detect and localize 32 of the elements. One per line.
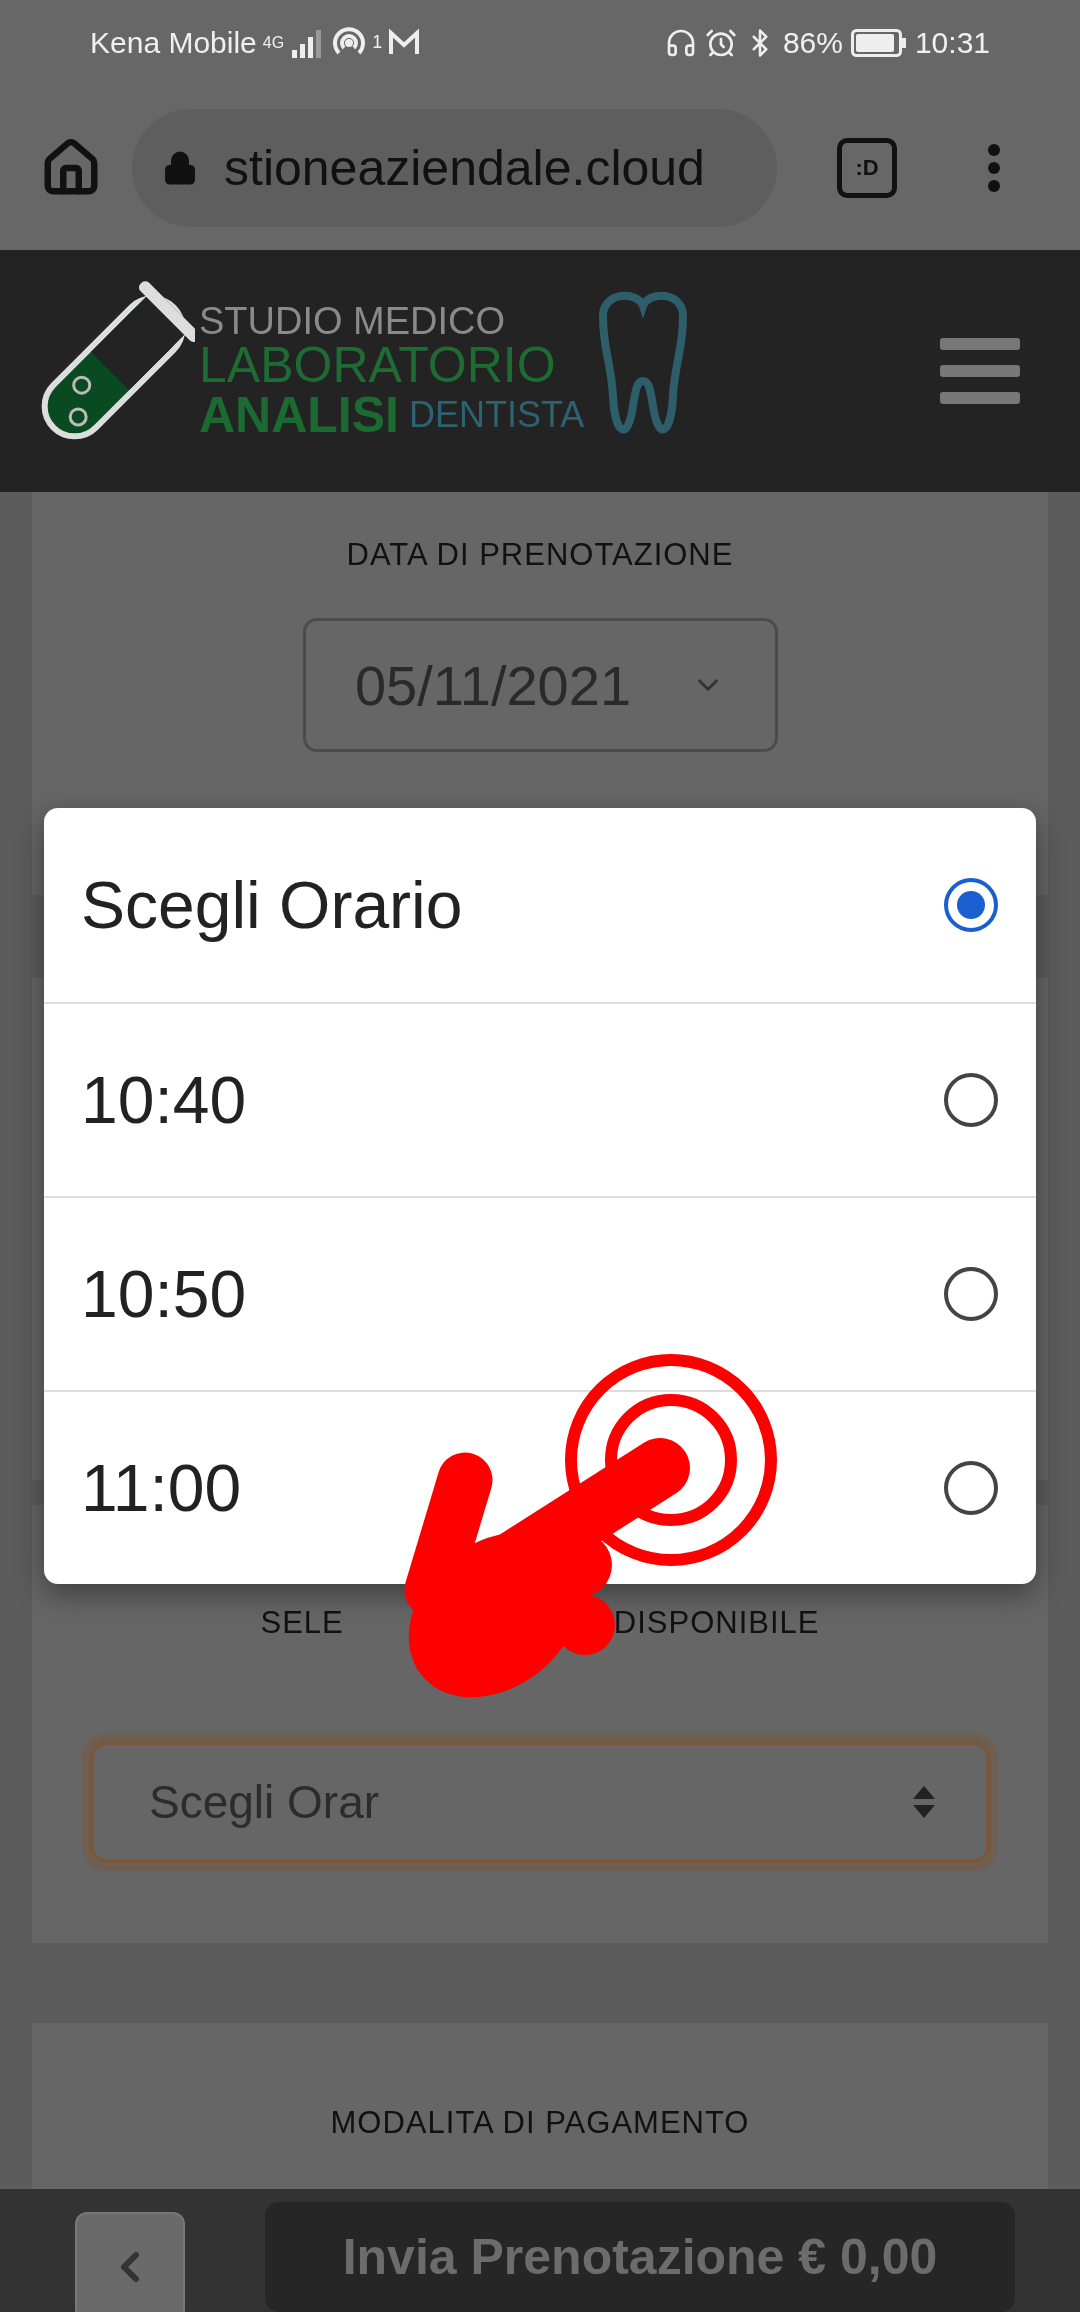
time-option[interactable]: 10:40 [44, 1002, 1036, 1196]
address-bar[interactable]: stioneaziendale.cloud [132, 108, 777, 227]
menu-icon[interactable] [940, 336, 1020, 406]
lock-icon [162, 149, 198, 186]
logo-text: ANALISI [199, 390, 399, 440]
submit-booking-button[interactable]: Invia Prenotazione € 0,00 [265, 2202, 1015, 2312]
logo-text: STUDIO MEDICO [199, 302, 507, 340]
url-text: stioneaziendale.cloud [224, 138, 705, 197]
hotspot-count: 1 [372, 32, 383, 53]
tab-switcher-button[interactable]: :D [837, 137, 897, 198]
radio-button[interactable] [944, 1461, 998, 1515]
time-option[interactable]: 10:50 [44, 1196, 1036, 1390]
section-label: DATA DI PRENOTAZIONE [346, 537, 734, 573]
back-button[interactable] [75, 2212, 185, 2312]
section-label: SELE [260, 1605, 344, 1641]
logo-text: LABORATORIO [199, 340, 557, 390]
radio-button[interactable] [944, 1267, 998, 1321]
battery-icon [850, 28, 907, 57]
network-type: 4G [262, 33, 285, 52]
battery-percent: 86% [782, 25, 843, 60]
section-label: MODALITA DI PAGAMENTO [330, 2105, 750, 2141]
mail-icon [388, 28, 421, 57]
logo-text: DENTISTA [409, 397, 585, 433]
clock-time: 10:31 [914, 25, 990, 60]
section-label: DISPONIBILE [613, 1605, 820, 1641]
carrier-name: Kena Mobile [90, 25, 257, 60]
radio-button[interactable] [944, 878, 998, 932]
time-option[interactable]: Scegli Orario [44, 808, 1036, 1002]
more-options-icon[interactable] [987, 142, 1001, 193]
sort-arrows-icon [912, 1784, 936, 1820]
date-select[interactable]: 05/11/2021 [302, 618, 778, 752]
radio-button[interactable] [944, 1073, 998, 1127]
